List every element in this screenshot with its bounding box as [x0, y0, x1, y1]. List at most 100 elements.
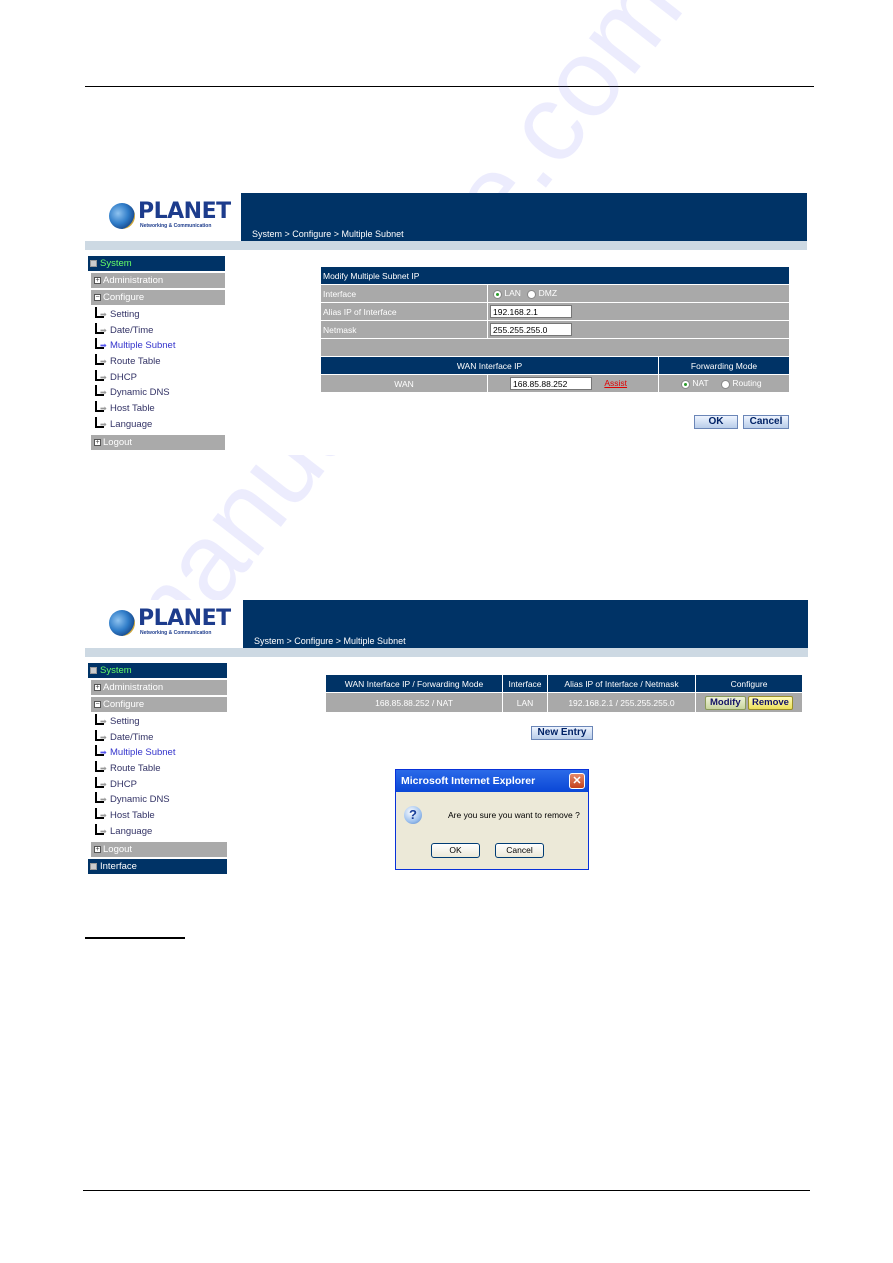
arrow-right-icon: ➡: [100, 404, 107, 414]
sidebar-item-label: Dynamic DNS: [110, 794, 170, 806]
sidebar-group-configure[interactable]: − Configure: [91, 697, 227, 712]
sidebar-group-configure[interactable]: − Configure: [91, 290, 225, 305]
sidebar-item-dhcp[interactable]: ➡ DHCP: [88, 369, 225, 386]
globe-icon: [109, 610, 135, 636]
sidebar-item-date-time[interactable]: ➡ Date/Time: [88, 729, 227, 746]
col-configure: Configure: [695, 674, 803, 693]
sidebar-group-label: Configure: [103, 699, 145, 710]
sidebar-item-label: Route Table: [110, 356, 161, 368]
sidebar-item-label: Date/Time: [110, 324, 154, 336]
breadcrumb: System > Configure > Multiple Subnet: [254, 636, 406, 646]
radio-lan[interactable]: [493, 289, 502, 299]
sidebar-item-language[interactable]: ➡ Language: [88, 416, 225, 433]
sidebar-item-dhcp[interactable]: ➡ DHCP: [88, 776, 227, 793]
cell-interface: LAN: [502, 692, 548, 713]
table-row: 168.85.88.252 / NAT LAN 192.168.2.1 / 25…: [325, 692, 803, 713]
arrow-right-icon: ➡: [100, 764, 107, 774]
new-entry-button[interactable]: New Entry: [531, 726, 593, 740]
sidebar-item-label: Language: [110, 825, 153, 837]
globe-icon: [109, 203, 135, 229]
wan-ip-cell: 168.85.88.252 Assist: [487, 374, 659, 393]
radio-nat[interactable]: [681, 379, 690, 389]
sidebar: System + Administration − Configure ➡ Setti…: [88, 663, 227, 876]
sidebar: System + Administration − Configure ➡ Setti…: [88, 256, 225, 452]
sidebar-item-label: Dynamic DNS: [110, 387, 170, 399]
sidebar-item-label: Setting: [110, 309, 140, 320]
confirm-dialog: Microsoft Internet Explorer ✕ ? Are you …: [395, 769, 589, 870]
footer-rule: [83, 1190, 810, 1191]
alias-ip-label: Alias IP of Interface: [320, 302, 488, 321]
alias-ip-input[interactable]: 192.168.2.1: [490, 305, 572, 318]
sidebar-item-route-table[interactable]: ➡ Route Table: [88, 354, 225, 370]
dialog-title: Microsoft Internet Explorer: [401, 775, 536, 787]
assist-link[interactable]: Assist: [604, 378, 627, 388]
col-interface: Interface: [502, 674, 548, 693]
alias-ip-cell: 192.168.2.1: [487, 302, 790, 321]
sidebar-item-label: Host Table: [110, 810, 155, 822]
expand-icon: +: [94, 684, 101, 691]
sidebar-item-date-time[interactable]: ➡ Date/Time: [88, 322, 225, 339]
arrow-right-icon: ➡: [100, 372, 107, 382]
collapse-icon: −: [94, 701, 101, 708]
arrow-right-icon: ➡: [100, 732, 107, 742]
arrow-right-icon: ➡: [100, 795, 107, 805]
wan-ip-input[interactable]: 168.85.88.252: [510, 377, 592, 390]
modify-button[interactable]: Modify: [705, 695, 746, 710]
arrow-right-icon: ➡: [100, 357, 107, 367]
sidebar-item-language[interactable]: ➡ Language: [88, 823, 227, 840]
netmask-cell: 255.255.255.0: [487, 320, 790, 339]
wan-ip-header: WAN Interface IP: [320, 356, 659, 375]
netmask-input[interactable]: 255.255.255.0: [490, 323, 572, 336]
sidebar-item-label: Setting: [110, 716, 140, 727]
header-subbar: [85, 648, 808, 657]
arrow-right-icon: ➡: [100, 341, 107, 351]
sidebar-item-dynamic-dns[interactable]: ➡ Dynamic DNS: [88, 385, 225, 401]
ok-button[interactable]: OK: [694, 415, 738, 429]
cell-wan-forwarding: 168.85.88.252 / NAT: [325, 692, 503, 713]
expand-icon: +: [94, 438, 101, 446]
sidebar-interface[interactable]: Interface: [88, 858, 227, 874]
arrow-right-icon: ➡: [100, 325, 107, 335]
cancel-button[interactable]: Cancel: [743, 415, 789, 429]
sidebar-system[interactable]: System: [88, 663, 227, 678]
sidebar-item-label: Multiple Subnet: [110, 340, 176, 352]
cell-configure: Modify Remove: [695, 692, 803, 713]
arrow-right-icon: ➡: [100, 388, 107, 398]
dialog-cancel-button[interactable]: Cancel: [495, 843, 544, 858]
interface-radio-group: LAN DMZ: [487, 284, 790, 303]
sidebar-group-label: Administration: [103, 682, 164, 693]
sidebar-group-administration[interactable]: + Administration: [91, 273, 225, 288]
wan-label: WAN: [320, 374, 488, 393]
col-alias-netmask: Alias IP of Interface / Netmask: [547, 674, 696, 693]
dialog-ok-button[interactable]: OK: [431, 843, 480, 858]
radio-routing[interactable]: [720, 379, 730, 389]
sidebar-item-multiple-subnet[interactable]: ➡ Multiple Subnet: [88, 745, 227, 761]
sidebar-group-logout[interactable]: + Logout: [91, 434, 225, 450]
sidebar-system[interactable]: System: [88, 256, 225, 271]
sidebar-group-label: Administration: [103, 275, 164, 286]
radio-dmz[interactable]: [527, 289, 537, 299]
sidebar-item-multiple-subnet[interactable]: ➡ Multiple Subnet: [88, 338, 225, 354]
sidebar-item-setting[interactable]: ➡ Setting: [88, 307, 225, 323]
sidebar-item-setting[interactable]: ➡ Setting: [88, 714, 227, 730]
sidebar-item-route-table[interactable]: ➡ Route Table: [88, 761, 227, 777]
sidebar-group-administration[interactable]: + Administration: [91, 680, 227, 695]
sidebar-item-dynamic-dns[interactable]: ➡ Dynamic DNS: [88, 792, 227, 808]
sidebar-item-host-table[interactable]: ➡ Host Table: [88, 401, 225, 417]
arrow-right-icon: ➡: [100, 811, 107, 821]
sidebar-item-label: Language: [110, 418, 153, 430]
sidebar-item-label: Date/Time: [110, 731, 154, 743]
close-icon[interactable]: ✕: [569, 773, 585, 789]
arrow-right-icon: ➡: [100, 748, 107, 758]
sidebar-group-label: Logout: [103, 436, 133, 448]
sidebar-group-logout[interactable]: + Logout: [91, 841, 227, 857]
sidebar-item-label: Multiple Subnet: [110, 747, 176, 759]
logo-name: PLANET: [138, 199, 231, 224]
remove-button[interactable]: Remove: [748, 695, 793, 710]
header-rule: [85, 86, 814, 87]
sidebar-item-host-table[interactable]: ➡ Host Table: [88, 808, 227, 824]
sidebar-item-label: Route Table: [110, 763, 161, 775]
arrow-right-icon: ➡: [100, 826, 107, 836]
logo-tagline: Networking & Communication: [140, 223, 212, 229]
expand-icon: +: [94, 845, 101, 853]
